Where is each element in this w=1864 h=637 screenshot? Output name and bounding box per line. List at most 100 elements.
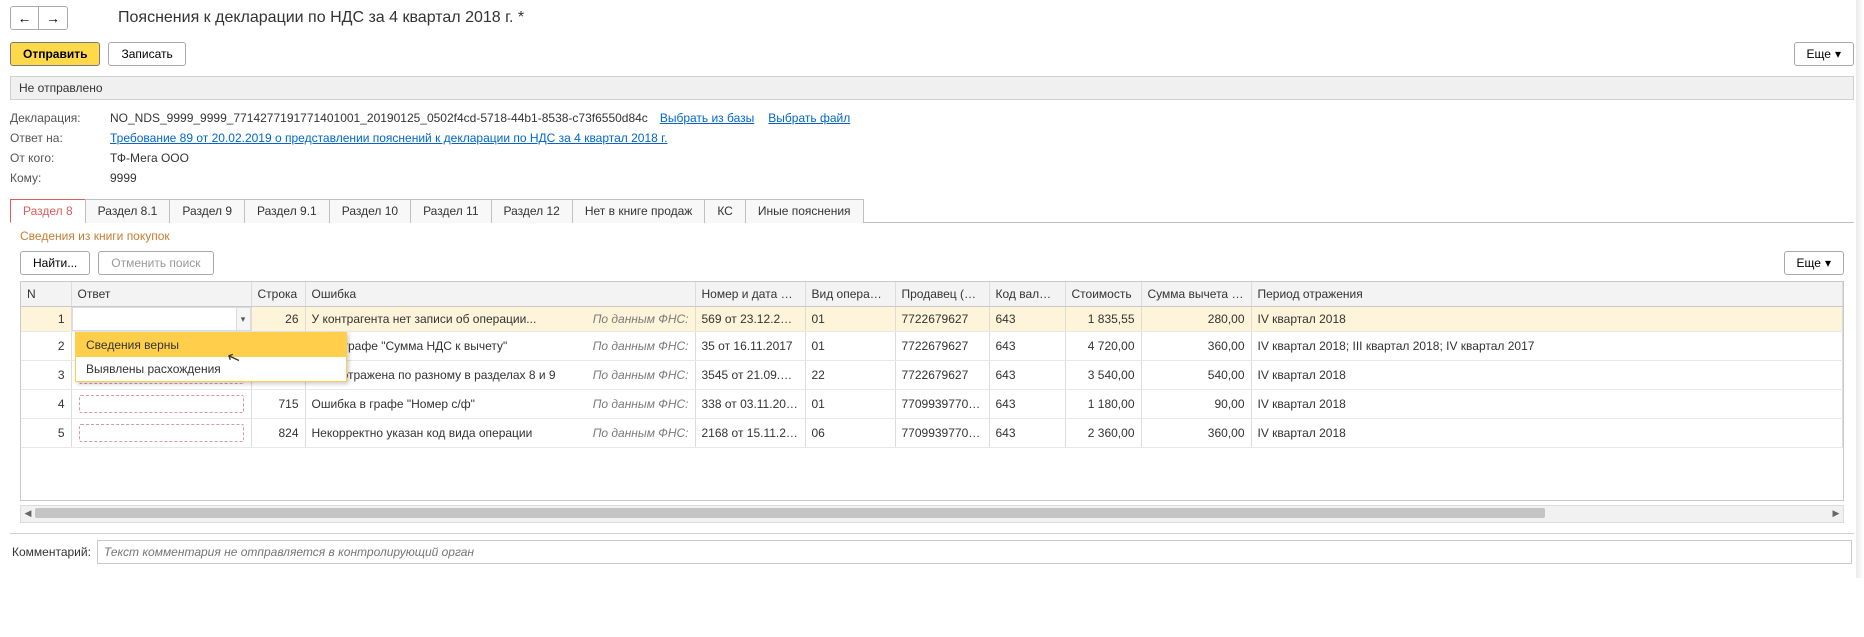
- cell-op: 06: [805, 419, 895, 448]
- table-row[interactable]: 1 ▾ 26 У контрагента нет записи об опера…: [21, 307, 1843, 332]
- col-currency[interactable]: Код валюты: [989, 282, 1065, 307]
- table-row[interactable]: 4 715 Ошибка в графе "Номер с/ф"По данны…: [21, 390, 1843, 419]
- from-value: ТФ-Мега ООО: [110, 151, 189, 165]
- comment-input[interactable]: [97, 540, 1852, 564]
- chevron-down-icon: ▾: [1825, 256, 1831, 270]
- col-row[interactable]: Строка: [251, 282, 305, 307]
- table-header: N Ответ Строка Ошибка Номер и дата с/ф В…: [21, 282, 1843, 307]
- answer-to-label: Ответ на:: [10, 131, 110, 145]
- tab-section-8-1[interactable]: Раздел 8.1: [85, 199, 171, 223]
- divider: [10, 533, 1854, 534]
- cell-n: 1: [21, 307, 71, 332]
- answer-dropdown[interactable]: Сведения верны Выявлены расхождения: [75, 332, 347, 382]
- cell-cost: 2 360,00: [1065, 419, 1141, 448]
- cell-period: IV квартал 2018: [1251, 419, 1843, 448]
- cell-ded: 90,00: [1141, 390, 1251, 419]
- nav-back-button[interactable]: ←: [11, 7, 39, 29]
- scroll-left-icon[interactable]: ◀: [21, 506, 35, 520]
- chevron-down-icon: ▾: [1835, 47, 1841, 61]
- answer-cell[interactable]: ▾: [71, 307, 251, 332]
- scroll-thumb[interactable]: [35, 508, 1545, 518]
- more-label: Еще: [1807, 47, 1831, 61]
- cell-op: 01: [805, 332, 895, 361]
- col-error[interactable]: Ошибка: [305, 282, 695, 307]
- cell-ded: 360,00: [1141, 419, 1251, 448]
- cell-cost: 1 835,55: [1065, 307, 1141, 332]
- send-button[interactable]: Отправить: [10, 42, 100, 66]
- cell-ded: 540,00: [1141, 361, 1251, 390]
- cell-seller: 7722679627: [895, 332, 989, 361]
- cell-n: 5: [21, 419, 71, 448]
- save-button[interactable]: Записать: [108, 42, 185, 66]
- cell-cost: 3 540,00: [1065, 361, 1141, 390]
- cell-error: ация отражена по разному в разделах 8 и …: [305, 361, 695, 390]
- col-answer[interactable]: Ответ: [71, 282, 251, 307]
- table-more-button[interactable]: Еще ▾: [1784, 251, 1844, 275]
- cell-op: 01: [805, 390, 895, 419]
- col-seller[interactable]: Продавец (ИНН): [895, 282, 989, 307]
- cell-error: Ошибка в графе "Номер с/ф"По данным ФНС:: [305, 390, 695, 419]
- cell-cost: 1 180,00: [1065, 390, 1141, 419]
- find-button[interactable]: Найти...: [20, 251, 90, 275]
- cell-n: 2: [21, 332, 71, 361]
- from-label: От кого:: [10, 151, 110, 165]
- tab-section-9-1[interactable]: Раздел 9.1: [244, 199, 330, 223]
- cancel-find-button[interactable]: Отменить поиск: [98, 251, 213, 275]
- cell-num: 569 от 23.12.2018: [695, 307, 805, 332]
- tab-section-12[interactable]: Раздел 12: [491, 199, 573, 223]
- cell-seller: 7709939770; 7...: [895, 419, 989, 448]
- dropdown-option-discrepancy[interactable]: Выявлены расхождения: [76, 357, 346, 381]
- tab-not-in-sales[interactable]: Нет в книге продаж: [572, 199, 705, 223]
- pick-file-link[interactable]: Выбрать файл: [768, 111, 850, 125]
- cell-cur: 643: [989, 390, 1065, 419]
- status-bar: Не отправлено: [10, 76, 1854, 100]
- tab-other[interactable]: Иные пояснения: [745, 199, 864, 223]
- cell-row: 715: [251, 390, 305, 419]
- tab-section-9[interactable]: Раздел 9: [169, 199, 245, 223]
- cell-num: 35 от 16.11.2017: [695, 332, 805, 361]
- col-num-date[interactable]: Номер и дата с/ф: [695, 282, 805, 307]
- tab-section-8[interactable]: Раздел 8: [10, 199, 86, 223]
- cell-ded: 360,00: [1141, 332, 1251, 361]
- cell-period: IV квартал 2018: [1251, 361, 1843, 390]
- more-button[interactable]: Еще ▾: [1794, 42, 1854, 66]
- cell-op: 01: [805, 307, 895, 332]
- table-more-label: Еще: [1797, 256, 1821, 270]
- table-row[interactable]: 5 824 Некорректно указан код вида операц…: [21, 419, 1843, 448]
- cell-row: 824: [251, 419, 305, 448]
- cell-period: IV квартал 2018; III квартал 2018; IV кв…: [1251, 332, 1843, 361]
- cell-cur: 643: [989, 332, 1065, 361]
- cell-seller: 7722679627: [895, 307, 989, 332]
- col-period[interactable]: Период отражения: [1251, 282, 1843, 307]
- col-cost[interactable]: Стоимость: [1065, 282, 1141, 307]
- col-deduct[interactable]: Сумма вычета НДС: [1141, 282, 1251, 307]
- cell-num: 2168 от 15.11.2018: [695, 419, 805, 448]
- to-label: Кому:: [10, 171, 110, 185]
- answer-cell[interactable]: [71, 390, 251, 419]
- nav-forward-button[interactable]: →: [39, 7, 67, 29]
- cell-n: 4: [21, 390, 71, 419]
- cell-cost: 4 720,00: [1065, 332, 1141, 361]
- declaration-label: Декларация:: [10, 111, 110, 125]
- cell-cur: 643: [989, 307, 1065, 332]
- answer-dropdown-toggle[interactable]: ▾: [236, 308, 250, 330]
- dropdown-option-correct[interactable]: Сведения верны: [76, 333, 346, 357]
- nav-arrows: ← →: [10, 6, 68, 30]
- tab-section-11[interactable]: Раздел 11: [410, 199, 491, 223]
- tab-section-10[interactable]: Раздел 10: [329, 199, 411, 223]
- cell-error: Некорректно указан код вида операцииПо д…: [305, 419, 695, 448]
- cell-period: IV квартал 2018: [1251, 307, 1843, 332]
- horizontal-scrollbar[interactable]: ◀ ▶: [20, 505, 1844, 523]
- sub-caption: Сведения из книги покупок: [20, 229, 1854, 243]
- col-n[interactable]: N: [21, 282, 71, 307]
- col-op[interactable]: Вид операции: [805, 282, 895, 307]
- answer-to-link[interactable]: Требование 89 от 20.02.2019 о представле…: [110, 131, 667, 145]
- pick-from-db-link[interactable]: Выбрать из базы: [660, 111, 754, 125]
- answer-input[interactable]: [73, 308, 236, 330]
- cell-ded: 280,00: [1141, 307, 1251, 332]
- torn-edge: [1856, 0, 1864, 578]
- cell-cur: 643: [989, 419, 1065, 448]
- scroll-right-icon[interactable]: ▶: [1829, 506, 1843, 520]
- answer-cell[interactable]: [71, 419, 251, 448]
- tab-ks[interactable]: КС: [704, 199, 746, 223]
